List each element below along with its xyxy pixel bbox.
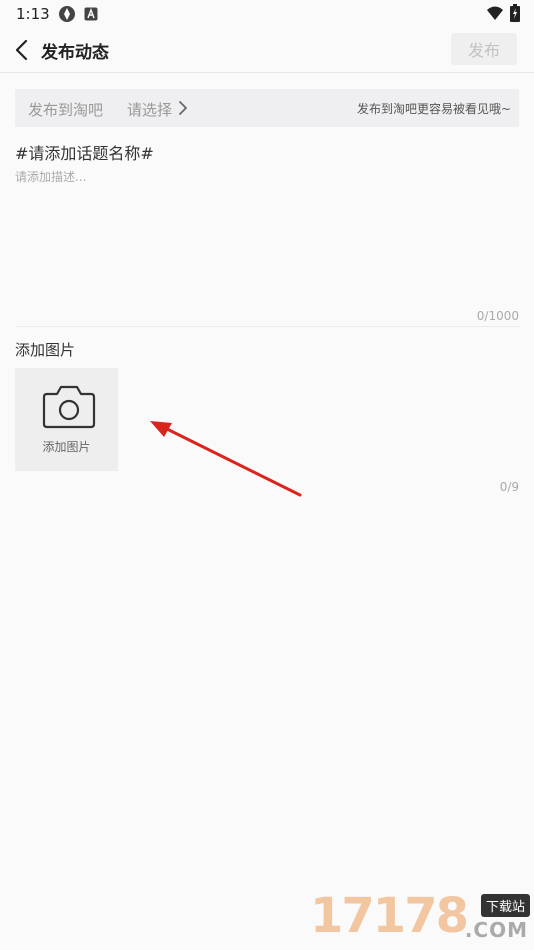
app-header: 发布动态 发布 <box>0 28 534 73</box>
bar-selector-hint: 发布到淘吧更容易被看见哦~ <box>356 102 511 116</box>
watermark-digits: 17178 <box>310 888 469 944</box>
description-input[interactable] <box>15 168 519 308</box>
add-image-section-title: 添加图片 <box>15 341 76 359</box>
watermark-logo: 17178 下载站 .COM <box>310 888 534 950</box>
topic-name-field[interactable]: #请添加话题名称# <box>15 140 154 164</box>
status-time: 1:13 <box>16 5 50 23</box>
bar-selector-value: 请选择 <box>127 101 173 119</box>
app-notification-icon <box>59 6 75 22</box>
add-image-label: 添加图片 <box>42 440 91 454</box>
bar-selector-label: 发布到淘吧 <box>28 101 104 119</box>
image-count: 0/9 <box>499 480 519 494</box>
status-left-icons <box>58 5 98 23</box>
back-arrow-icon[interactable] <box>10 36 38 64</box>
watermark-badge: 下载站 <box>480 894 530 917</box>
page-title: 发布动态 <box>41 43 109 63</box>
font-notification-icon <box>84 7 98 21</box>
add-image-button[interactable]: 添加图片 <box>15 368 118 471</box>
char-count: 0/1000 <box>476 309 519 323</box>
camera-icon <box>42 385 96 429</box>
publish-button[interactable]: 发布 <box>451 33 517 65</box>
watermark-domain: .COM <box>464 918 528 942</box>
wifi-icon <box>487 6 503 20</box>
status-right-icons <box>486 4 520 22</box>
battery-charging-icon <box>510 4 520 22</box>
bar-selector[interactable]: 发布到淘吧 请选择 发布到淘吧更容易被看见哦~ <box>15 89 519 127</box>
divider <box>15 326 519 327</box>
status-bar: 1:13 <box>0 0 534 28</box>
chevron-right-icon <box>179 101 187 115</box>
